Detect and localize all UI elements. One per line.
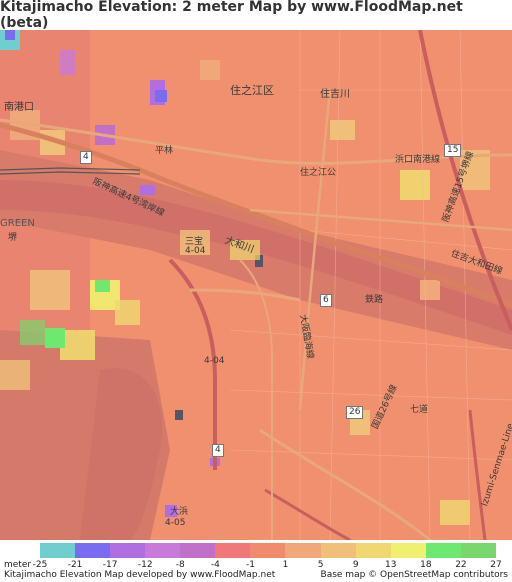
label-otsuka: 大浜 (170, 507, 189, 517)
route-shield-6: 6 (320, 294, 332, 307)
footer-attribution: Base map © OpenStreetMap contributors (320, 570, 508, 580)
legend-tick-label: -12 (137, 560, 153, 570)
legend-tick-label: 27 (490, 560, 502, 570)
legend-swatch (320, 543, 356, 558)
route-shield-26: 26 (346, 406, 364, 419)
label-4-04-b: 4-04 (204, 356, 225, 366)
legend-swatch (110, 543, 146, 558)
label-tetsudo: 鉄路 (365, 295, 384, 305)
elevation-map[interactable]: 住吉川 住之江区 南港口 平林 GREEN 堺 浜口南港線 住之江公 大和川 住… (0, 30, 512, 540)
route-shield-4-south: 4 (212, 444, 224, 457)
map-canvas[interactable] (0, 30, 512, 540)
legend-tick-label: 13 (385, 560, 397, 570)
legend-tick-label: 9 (352, 560, 359, 570)
legend-tick-label: -4 (210, 560, 220, 570)
label-nanachome: 七道 (410, 405, 429, 415)
legend-tick-label: -25 (32, 560, 48, 570)
label-suminoe-ward: 住之江区 (230, 84, 274, 97)
legend-swatch (460, 543, 496, 558)
label-sakai: 堺 (8, 233, 18, 243)
legend-swatch (355, 543, 391, 558)
legend-tick-label: -21 (67, 560, 83, 570)
label-sumiyoshi-river: 住吉川 (320, 89, 350, 100)
label-4-04-a: 4-04 (185, 246, 206, 256)
legend-tick-label: 1 (282, 560, 289, 570)
label-green: GREEN (0, 218, 35, 229)
title-bar: Kitajimacho Elevation: 2 meter Map by ww… (0, 0, 512, 31)
legend-tick-label: 5 (317, 560, 324, 570)
legend-swatch (180, 543, 216, 558)
legend-tick-label: -1 (245, 560, 255, 570)
legend-swatch (145, 543, 181, 558)
label-hirabayashi: 平林 (155, 146, 174, 156)
legend-swatch (390, 543, 426, 558)
footer-credit: Kitajimacho Elevation Map developed by w… (4, 570, 276, 580)
label-suminoe-koen: 住之江公 (300, 168, 337, 178)
label-hamaguchi-line: 浜口南港線 (395, 155, 441, 165)
legend-color-bar (40, 543, 496, 558)
label-nankoguchi: 南港口 (4, 102, 34, 113)
legend-swatch (215, 543, 251, 558)
legend-swatch (425, 543, 461, 558)
label-4-05: 4-05 (165, 518, 186, 528)
legend-tick-label: -8 (175, 560, 185, 570)
legend-swatch (285, 543, 321, 558)
legend-swatch (40, 543, 76, 558)
legend-tick-label: 18 (420, 560, 432, 570)
footer: Kitajimacho Elevation Map developed by w… (0, 570, 512, 582)
route-shield-15: 15 (444, 144, 462, 157)
map-title: Kitajimacho Elevation: 2 meter Map by ww… (0, 0, 463, 31)
legend-swatch (75, 543, 111, 558)
legend-tick-label: 22 (455, 560, 467, 570)
legend-swatch (250, 543, 286, 558)
route-shield-4-north: 4 (80, 151, 92, 164)
legend-tick-label: -17 (102, 560, 118, 570)
